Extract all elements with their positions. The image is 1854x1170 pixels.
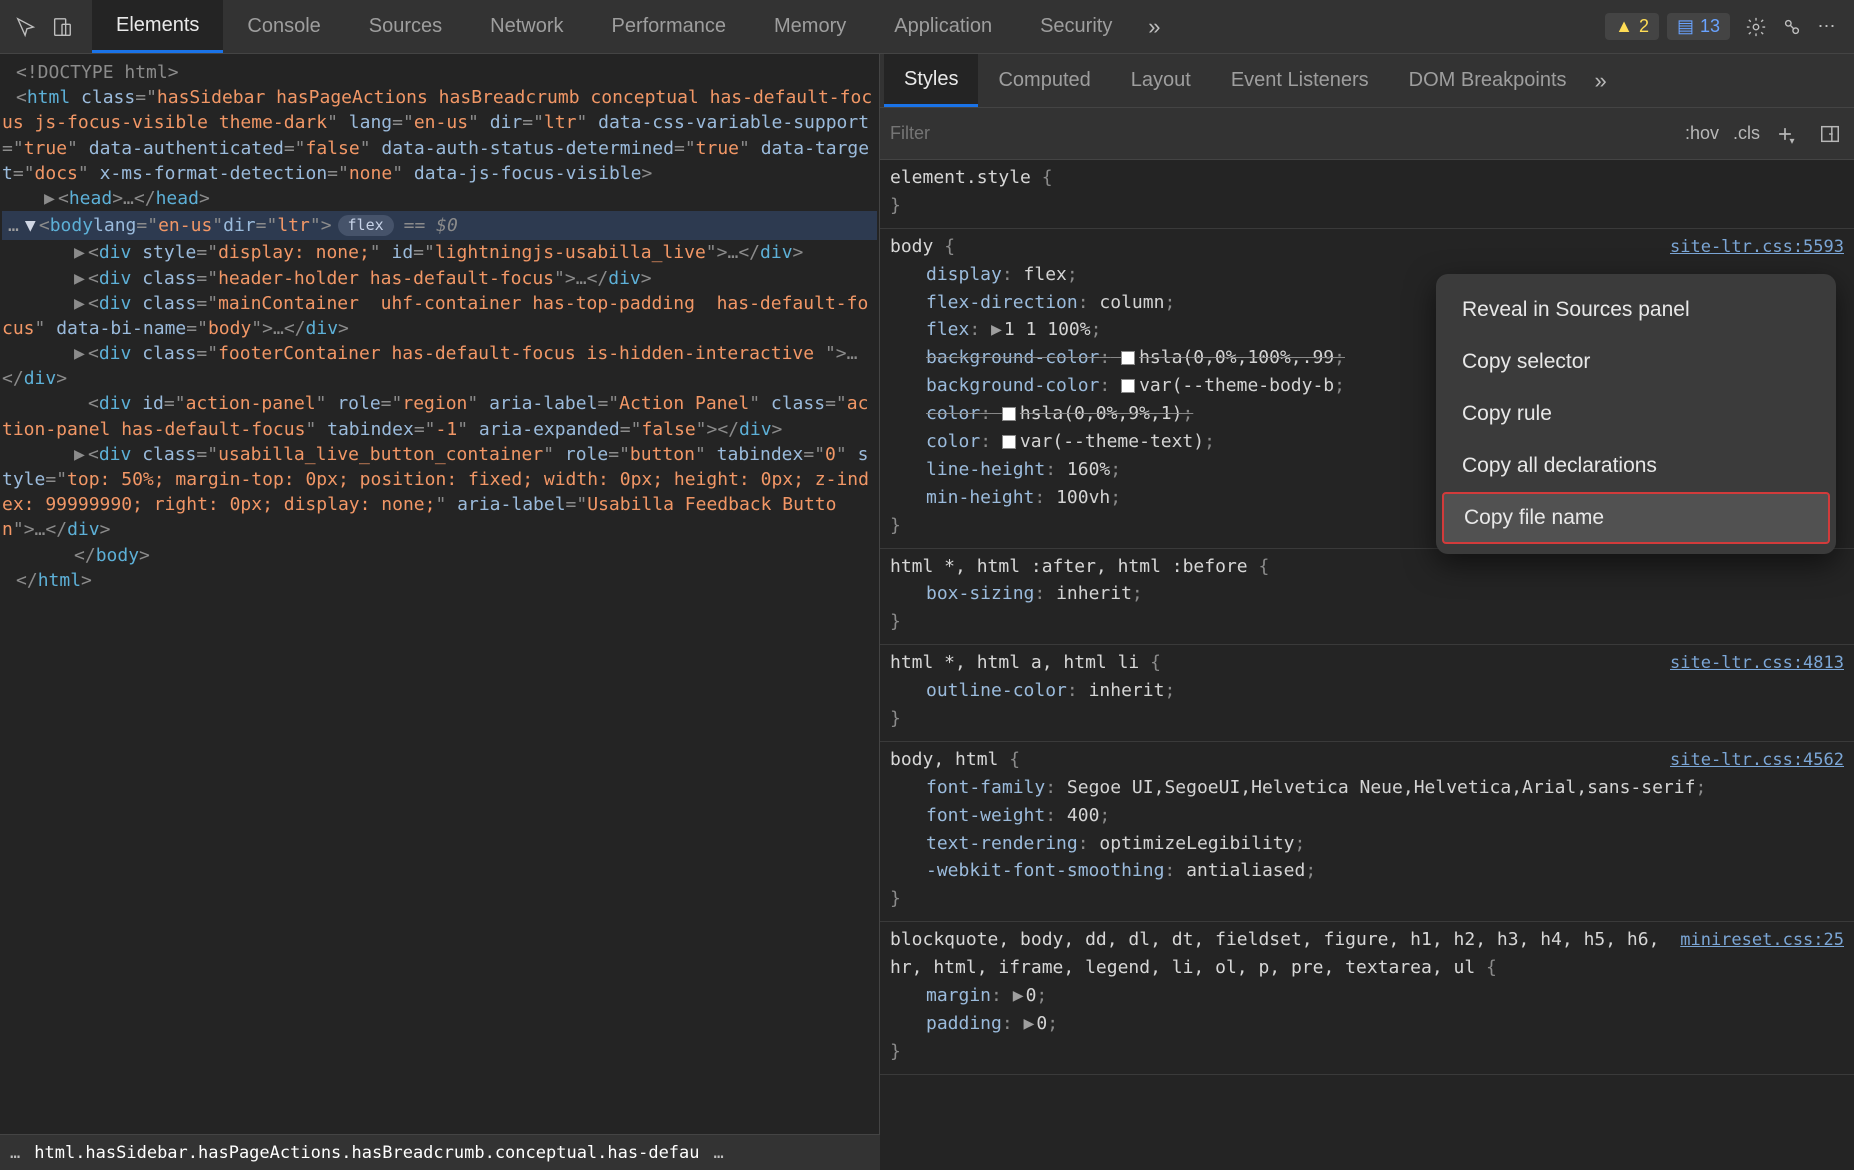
css-rule[interactable]: body, html {site-ltr.css:4562font-family… <box>880 742 1854 922</box>
more-subtabs-icon[interactable]: » <box>1595 68 1607 94</box>
tab-console[interactable]: Console <box>223 0 344 53</box>
css-declaration[interactable]: box-sizing: inherit; <box>926 580 1844 608</box>
css-rule[interactable]: blockquote, body, dd, dl, dt, fieldset, … <box>880 922 1854 1074</box>
context-menu-item[interactable]: Copy rule <box>1436 388 1836 440</box>
dom-node[interactable]: ▶<div class="footerContainer has-default… <box>2 341 877 391</box>
flex-badge[interactable]: flex <box>338 215 394 236</box>
warnings-count: 2 <box>1639 16 1649 37</box>
settings-icon[interactable] <box>1738 9 1774 45</box>
css-declaration[interactable]: outline-color: inherit; <box>926 677 1844 705</box>
dom-node[interactable]: </body> <box>2 543 877 568</box>
tab-performance[interactable]: Performance <box>588 0 751 53</box>
dom-node[interactable]: <!DOCTYPE html> <box>2 60 877 85</box>
breadcrumb-active[interactable]: html.hasSidebar.hasPageActions.hasBreadc… <box>34 1143 699 1163</box>
dom-tree[interactable]: <!DOCTYPE html><html class="hasSidebar h… <box>0 54 879 599</box>
dom-node[interactable]: ▶<head>…</head> <box>2 186 877 211</box>
main-split: <!DOCTYPE html><html class="hasSidebar h… <box>0 54 1854 1134</box>
hov-toggle[interactable]: :hov <box>1685 123 1719 144</box>
tab-security[interactable]: Security <box>1016 0 1136 53</box>
dom-breadcrumbs[interactable]: … html.hasSidebar.hasPageActions.hasBrea… <box>0 1134 880 1170</box>
tab-memory[interactable]: Memory <box>750 0 870 53</box>
elements-panel: <!DOCTYPE html><html class="hasSidebar h… <box>0 54 880 1134</box>
css-rule[interactable]: element.style {} <box>880 160 1854 229</box>
breadcrumb-dots[interactable]: … <box>10 1143 20 1163</box>
devtools-top-bar: ElementsConsoleSourcesNetworkPerformance… <box>0 0 1854 54</box>
errors-count: 13 <box>1700 16 1720 37</box>
styles-context-menu: Reveal in Sources panelCopy selectorCopy… <box>1436 274 1836 554</box>
cls-toggle[interactable]: .cls <box>1733 123 1760 144</box>
css-rule[interactable]: html *, html a, html li {site-ltr.css:48… <box>880 645 1854 742</box>
context-menu-item[interactable]: Copy all declarations <box>1436 440 1836 492</box>
dom-node[interactable]: ▶<div class="mainContainer uhf-container… <box>2 291 877 341</box>
context-menu-item[interactable]: Reveal in Sources panel <box>1436 284 1836 336</box>
dom-node[interactable]: <div id="action-panel" role="region" ari… <box>2 391 877 441</box>
customize-icon[interactable] <box>1774 9 1810 45</box>
dom-node[interactable]: <html class="hasSidebar hasPageActions h… <box>2 85 877 186</box>
tab-network[interactable]: Network <box>466 0 587 53</box>
computed-sidebar-icon[interactable] <box>1816 120 1844 148</box>
css-declaration[interactable]: padding: ▶0; <box>926 1010 1844 1038</box>
css-declaration[interactable]: -webkit-font-smoothing: antialiased; <box>926 857 1844 885</box>
tab-elements[interactable]: Elements <box>92 0 223 53</box>
more-tabs-icon[interactable]: » <box>1136 9 1172 45</box>
tab-application[interactable]: Application <box>870 0 1016 53</box>
styles-subtabs: StylesComputedLayoutEvent ListenersDOM B… <box>880 54 1854 108</box>
context-menu-item[interactable]: Copy selector <box>1436 336 1836 388</box>
styles-filter-input[interactable] <box>890 123 1671 144</box>
warning-icon: ▲ <box>1615 16 1633 37</box>
css-source-link[interactable]: site-ltr.css:4813 <box>1670 650 1844 676</box>
subtab-layout[interactable]: Layout <box>1111 54 1211 107</box>
errors-badge[interactable]: ▤ 13 <box>1667 13 1730 40</box>
subtab-computed[interactable]: Computed <box>978 54 1110 107</box>
tab-sources[interactable]: Sources <box>345 0 466 53</box>
dom-node[interactable]: ▶<div class="header-holder has-default-f… <box>2 266 877 291</box>
inspect-icon[interactable] <box>8 9 44 45</box>
device-toolbar-icon[interactable] <box>44 9 80 45</box>
css-source-link[interactable]: site-ltr.css:4562 <box>1670 747 1844 773</box>
dom-node-selected[interactable]: …▼<body lang="en-us" dir="ltr">flex== $0 <box>2 211 877 240</box>
kebab-menu-icon[interactable]: ⋯ <box>1810 9 1846 45</box>
css-declaration[interactable]: font-weight: 400; <box>926 802 1844 830</box>
new-style-rule-icon[interactable]: ▾ <box>1774 120 1802 148</box>
subtab-dom-breakpoints[interactable]: DOM Breakpoints <box>1389 54 1587 107</box>
styles-panel: StylesComputedLayoutEvent ListenersDOM B… <box>880 54 1854 1134</box>
css-declaration[interactable]: text-rendering: optimizeLegibility; <box>926 830 1844 858</box>
styles-filter-bar: :hov .cls ▾ <box>880 108 1854 160</box>
context-menu-item[interactable]: Copy file name <box>1442 492 1830 544</box>
breadcrumb-dots-right[interactable]: … <box>714 1143 724 1163</box>
message-icon: ▤ <box>1677 16 1694 37</box>
css-declaration[interactable]: margin: ▶0; <box>926 982 1844 1010</box>
css-source-link[interactable]: site-ltr.css:5593 <box>1670 234 1844 260</box>
dom-node[interactable]: ▶<div class="usabilla_live_button_contai… <box>2 442 877 543</box>
warnings-badge[interactable]: ▲ 2 <box>1605 13 1659 40</box>
css-declaration[interactable]: font-family: Segoe UI,SegoeUI,Helvetica … <box>926 774 1844 802</box>
css-source-link[interactable]: minireset.css:25 <box>1680 927 1844 953</box>
main-tabs: ElementsConsoleSourcesNetworkPerformance… <box>92 0 1136 53</box>
css-rule[interactable]: html *, html :after, html :before {box-s… <box>880 549 1854 646</box>
dom-node[interactable]: ▶<div style="display: none;" id="lightni… <box>2 240 877 265</box>
dom-node[interactable]: </html> <box>2 568 877 593</box>
subtab-styles[interactable]: Styles <box>884 54 978 107</box>
subtab-event-listeners[interactable]: Event Listeners <box>1211 54 1389 107</box>
